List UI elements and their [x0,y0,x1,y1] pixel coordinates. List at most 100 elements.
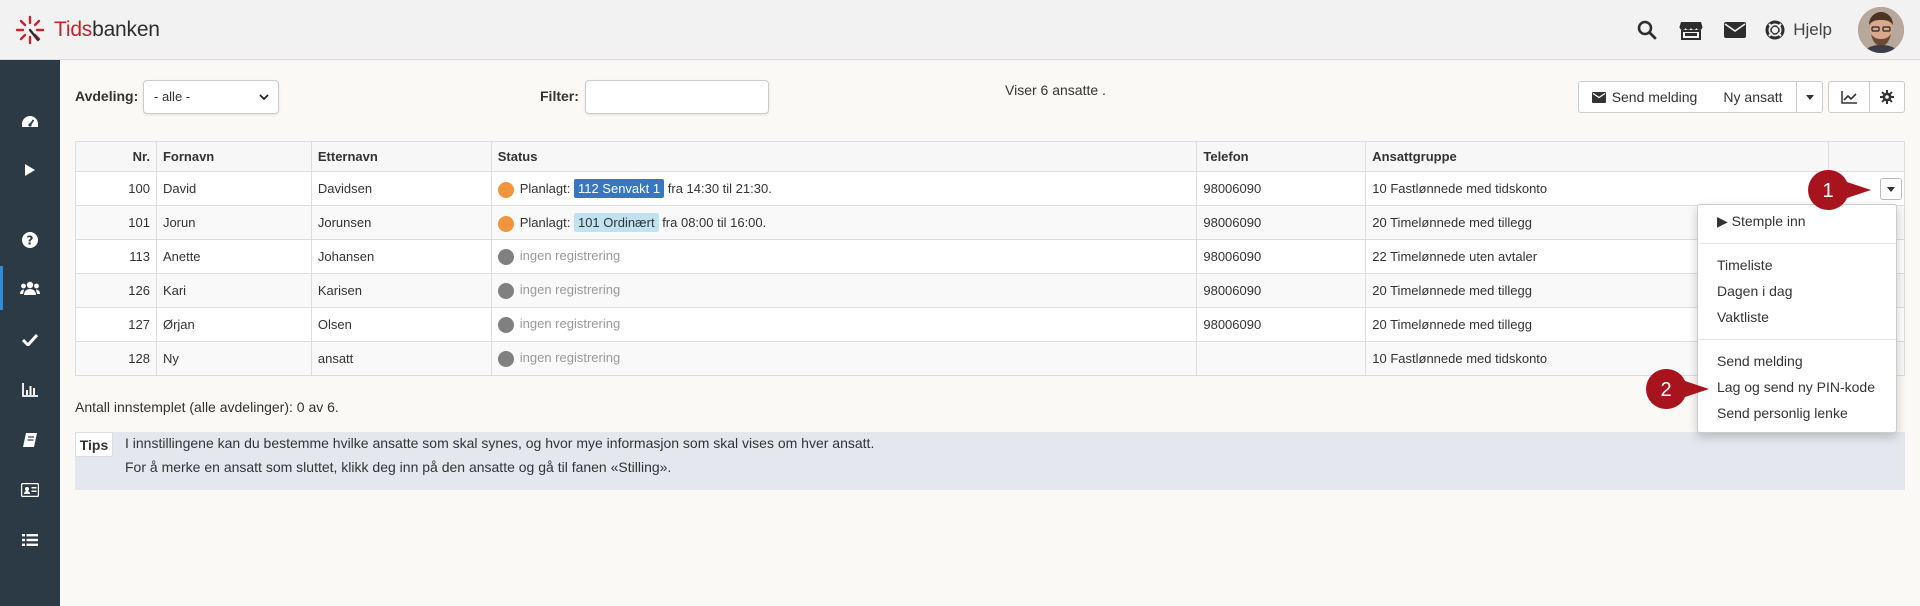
cell-last-name[interactable]: Karisen [310,273,492,308]
cell-last-name[interactable]: Olsen [310,307,492,342]
send-message-button[interactable]: Send melding [1578,81,1711,113]
cell-nr: 127 [75,307,157,342]
list-icon[interactable] [0,518,60,562]
menu-divider [1698,243,1896,244]
cell-phone: 98006090 [1196,307,1367,342]
column-header-last-name[interactable]: Etternavn [310,141,492,172]
cell-last-name[interactable]: Davidsen [310,171,492,206]
avatar[interactable] [1858,7,1904,53]
cell-nr: 128 [75,341,157,376]
cell-phone: 98006090 [1196,239,1367,274]
cell-status: ingen registrering [490,341,1198,376]
line-chart-icon [1841,90,1857,104]
menu-item-personal-link[interactable]: Send personlig lenke [1717,405,1848,421]
department-select[interactable]: - alle - [143,80,279,114]
menu-divider [1698,339,1896,340]
menu-item-today[interactable]: Dagen i dag [1717,283,1793,299]
column-header-employee-group[interactable]: Ansattgruppe [1365,141,1829,172]
envelope-icon[interactable] [1713,0,1757,60]
menu-item-shift-list[interactable]: Vaktliste [1717,309,1769,325]
column-header-nr[interactable]: Nr. [75,141,157,172]
search-icon[interactable] [1625,0,1669,60]
new-employee-button[interactable]: Ny ansatt [1710,81,1797,113]
cell-first-name[interactable]: Jorun [155,205,312,240]
status-dot [497,181,514,198]
cell-last-name[interactable]: Jorunsen [310,205,492,240]
shift-badge[interactable]: 112 Senvakt 1 [573,179,665,198]
cell-first-name[interactable]: Anette [155,239,312,274]
filter-input[interactable] [585,80,769,114]
column-header-status[interactable]: Status [490,141,1198,172]
cell-first-name[interactable]: Ny [155,341,312,376]
dashboard-icon[interactable] [0,100,60,144]
cell-phone: 98006090 [1196,273,1367,308]
cell-first-name[interactable]: Ørjan [155,307,312,342]
employee-count-text: Viser 6 ansatte . [1005,82,1106,98]
cell-phone: 98006090 [1196,171,1367,206]
cell-nr: 126 [75,273,157,308]
table-row[interactable]: 128 Ny ansatt ingen registrering 10 Fast… [75,341,1905,376]
logo[interactable]: Tidsbanken [14,14,160,46]
logo-text: Tidsbanken [54,17,160,41]
department-label: Avdeling: [75,88,139,104]
help-label: Hjelp [1793,20,1832,39]
cell-last-name[interactable]: ansatt [310,341,492,376]
column-header-actions [1828,141,1905,172]
logo-icon [15,15,45,44]
menu-item-stamp-in[interactable]: ▶ Stemple inn [1717,213,1806,230]
book-icon[interactable] [0,418,60,462]
chevron-down-icon [259,94,269,101]
help-link[interactable]: Hjelp [1765,20,1832,40]
top-bar: Tidsbanken Hjelp [0,0,1920,60]
row-actions-menu: ▶ Stemple inn Timeliste Dagen i dag Vakt… [1697,204,1897,433]
menu-item-timesheet[interactable]: Timeliste [1717,257,1773,273]
sidebar: ? [0,60,60,606]
tips-label: Tips [75,432,113,457]
cell-last-name[interactable]: Johansen [310,239,492,274]
id-card-icon[interactable] [0,468,60,512]
store-icon[interactable] [1669,0,1713,60]
statistics-button[interactable] [1828,81,1870,113]
status-dot [497,248,514,265]
cell-status: ingen registrering [490,239,1198,274]
cell-phone [1196,341,1367,376]
caret-down-icon [1805,94,1814,100]
table-header-row: Nr. Fornavn Etternavn Status Telefon Ans… [75,141,1905,172]
shift-badge[interactable]: 101 Ordinært [573,213,659,232]
table-row[interactable]: 101 Jorun Jorunsen Planlagt: 101 Ordinær… [75,205,1905,240]
cell-first-name[interactable]: Kari [155,273,312,308]
status-dot [497,282,514,299]
tips-line-2: For å merke en ansatt som sluttet, klikk… [125,459,672,475]
cell-phone: 98006090 [1196,205,1367,240]
cell-nr: 100 [75,171,157,206]
users-icon[interactable] [0,266,60,310]
table-row[interactable]: 100 David Davidsen Planlagt: 112 Senvakt… [75,171,1905,206]
table-row[interactable]: 113 Anette Johansen ingen registrering 9… [75,239,1905,274]
step-marker-2-text: 2 [1660,379,1671,401]
check-icon[interactable] [0,318,60,362]
step-marker-1: 1 [1806,168,1871,212]
employee-table: Nr. Fornavn Etternavn Status Telefon Ans… [75,141,1905,376]
stamped-in-summary: Antall innstemplet (alle avdelinger): 0 … [75,399,339,415]
table-row[interactable]: 126 Kari Karisen ingen registrering 9800… [75,273,1905,308]
cell-status: Planlagt: 101 Ordinært fra 08:00 til 16:… [490,205,1198,240]
cell-first-name[interactable]: David [155,171,312,206]
cell-nr: 113 [75,239,157,274]
column-header-phone[interactable]: Telefon [1196,141,1367,172]
svg-text:?: ? [27,234,34,248]
cell-status: ingen registrering [490,307,1198,342]
row-actions-toggle[interactable] [1880,177,1902,200]
question-icon[interactable]: ? [0,218,60,262]
gear-icon [1880,90,1894,104]
step-marker-2: 2 [1644,367,1709,411]
menu-item-send-message[interactable]: Send melding [1717,353,1803,369]
column-header-first-name[interactable]: Fornavn [155,141,312,172]
menu-item-new-pin[interactable]: Lag og send ny PIN-kode [1717,379,1875,395]
table-row[interactable]: 127 Ørjan Olsen ingen registrering 98006… [75,307,1905,342]
play-icon[interactable] [0,148,60,192]
tips-line-1: I innstillingene kan du bestemme hvilke … [125,435,875,451]
settings-button[interactable] [1869,81,1905,113]
chart-icon[interactable] [0,368,60,412]
new-employee-dropdown-toggle[interactable] [1796,81,1823,113]
cell-status: ingen registrering [490,273,1198,308]
